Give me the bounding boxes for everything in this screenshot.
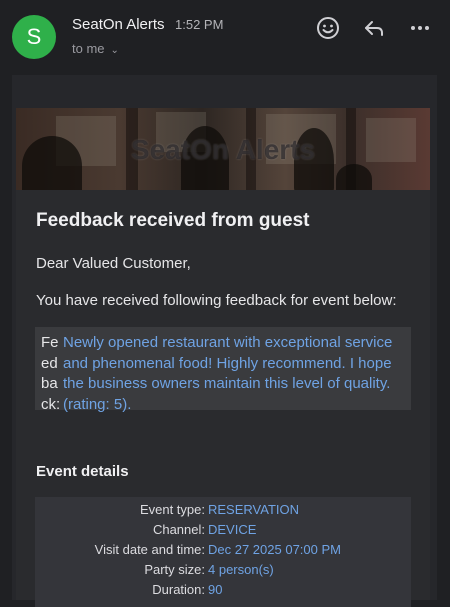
- event-detail-row: Visit date and time: Dec 27 2025 07:00 P…: [35, 542, 411, 562]
- event-detail-key: Party size:: [144, 562, 205, 577]
- more-options-icon[interactable]: [407, 15, 433, 41]
- event-details-title: Event details: [36, 463, 129, 480]
- sender-name[interactable]: SeatOn Alerts: [72, 16, 165, 33]
- event-details-table: Event type: RESERVATION Channel: DEVICE …: [35, 497, 411, 607]
- banner-title: SeatOn Alerts: [130, 134, 316, 165]
- event-detail-value[interactable]: Dec 27 2025 07:00 PM: [208, 542, 341, 557]
- event-detail-key: Duration:: [152, 582, 205, 597]
- feedback-label: Feedback:: [41, 334, 61, 413]
- reply-icon[interactable]: [361, 15, 387, 41]
- event-detail-row: Channel: DEVICE: [35, 522, 411, 542]
- event-detail-key: Visit date and time:: [94, 542, 205, 557]
- emoji-reaction-icon[interactable]: [315, 15, 341, 41]
- event-detail-key: Channel:: [152, 522, 205, 537]
- feedback-box: Feedback: Newly opened restaurant with e…: [35, 327, 411, 413]
- timestamp: 1:52 PM: [175, 17, 224, 32]
- email-heading: Feedback received from guest: [36, 210, 310, 231]
- recipient-toggle[interactable]: to me ⌄: [72, 41, 119, 56]
- chevron-down-icon: ⌄: [110, 45, 119, 56]
- feedback-text-link[interactable]: Newly opened restaurant with exceptional…: [63, 333, 409, 415]
- email-banner-image: SeatOn Alerts: [16, 108, 430, 190]
- event-detail-value[interactable]: 4 person(s): [208, 562, 274, 577]
- event-detail-row: Event type: RESERVATION: [35, 502, 411, 522]
- intro-text: You have received following feedback for…: [36, 292, 397, 309]
- email-header: S SeatOn Alerts 1:52 PM to me ⌄: [0, 0, 450, 70]
- event-detail-value[interactable]: RESERVATION: [208, 502, 299, 517]
- sender-avatar[interactable]: S: [12, 15, 56, 59]
- event-detail-key: Event type:: [139, 502, 205, 517]
- event-detail-row: Duration: 90: [35, 582, 411, 602]
- event-detail-row: Party size: 4 person(s): [35, 562, 411, 582]
- recipient-label: to me: [72, 41, 105, 56]
- event-detail-value[interactable]: 90: [208, 582, 222, 597]
- greeting-text: Dear Valued Customer,: [36, 255, 191, 272]
- event-detail-value[interactable]: DEVICE: [208, 522, 256, 537]
